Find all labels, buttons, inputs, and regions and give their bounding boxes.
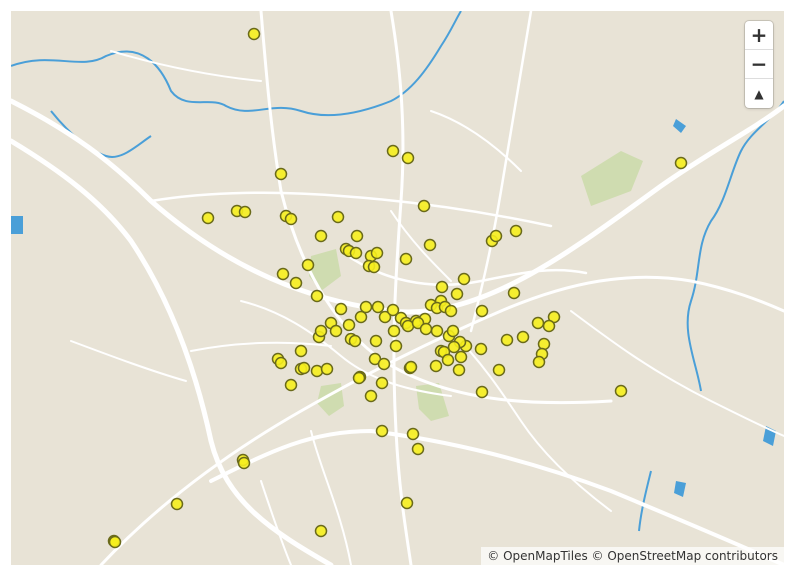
map-marker[interactable] <box>329 324 343 338</box>
map-marker[interactable] <box>474 342 488 356</box>
map-marker[interactable] <box>350 229 364 243</box>
map-marker[interactable] <box>399 252 413 266</box>
map-marker[interactable] <box>294 344 308 358</box>
map-marker[interactable] <box>310 289 324 303</box>
map-marker[interactable] <box>417 199 431 213</box>
map-marker[interactable] <box>284 378 298 392</box>
map-marker[interactable] <box>411 442 425 456</box>
map-marker[interactable] <box>401 151 415 165</box>
zoom-in-button[interactable]: + <box>745 21 773 50</box>
map-marker[interactable] <box>310 364 324 378</box>
map-marker[interactable] <box>320 362 334 376</box>
map-marker[interactable] <box>375 424 389 438</box>
zoom-out-button[interactable]: − <box>745 50 773 79</box>
map-marker[interactable] <box>334 302 348 316</box>
map-marker[interactable] <box>430 324 444 338</box>
map-marker[interactable] <box>674 156 688 170</box>
map-marker[interactable] <box>475 385 489 399</box>
map-marker[interactable] <box>108 535 122 549</box>
map-marker[interactable] <box>377 357 391 371</box>
map-marker[interactable] <box>348 334 362 348</box>
map-marker[interactable] <box>509 224 523 238</box>
map-marker[interactable] <box>492 363 506 377</box>
map-marker[interactable] <box>370 246 384 260</box>
map-marker[interactable] <box>489 229 503 243</box>
map-marker[interactable] <box>542 319 556 333</box>
map-marker[interactable] <box>274 356 288 370</box>
map-view[interactable]: + − ▲ © OpenMapTiles © OpenStreetMap con… <box>11 11 784 565</box>
map-marker[interactable] <box>446 324 460 338</box>
map-marker[interactable] <box>349 246 363 260</box>
map-marker[interactable] <box>170 497 184 511</box>
map-marker[interactable] <box>364 389 378 403</box>
map-marker[interactable] <box>301 258 315 272</box>
map-base-layer <box>11 11 784 565</box>
map-marker[interactable] <box>457 272 471 286</box>
map-marker[interactable] <box>389 339 403 353</box>
map-marker[interactable] <box>516 330 530 344</box>
map-marker[interactable] <box>375 376 389 390</box>
map-marker[interactable] <box>444 304 458 318</box>
map-marker[interactable] <box>614 384 628 398</box>
map-marker[interactable] <box>354 310 368 324</box>
map-marker[interactable] <box>201 211 215 225</box>
map-marker[interactable] <box>274 167 288 181</box>
map-marker[interactable] <box>454 350 468 364</box>
map-marker[interactable] <box>331 210 345 224</box>
map-marker[interactable] <box>386 144 400 158</box>
map-marker[interactable] <box>359 300 373 314</box>
map-marker[interactable] <box>475 304 489 318</box>
map-marker[interactable] <box>404 360 418 374</box>
map-marker[interactable] <box>507 286 521 300</box>
map-attribution: © OpenMapTiles © OpenStreetMap contribut… <box>481 547 784 565</box>
map-marker[interactable] <box>237 456 251 470</box>
map-marker[interactable] <box>371 300 385 314</box>
map-marker[interactable] <box>435 280 449 294</box>
map-marker[interactable] <box>406 427 420 441</box>
map-marker[interactable] <box>314 324 328 338</box>
map-marker[interactable] <box>500 333 514 347</box>
map-marker[interactable] <box>450 287 464 301</box>
map-marker[interactable] <box>400 496 414 510</box>
map-marker[interactable] <box>352 371 366 385</box>
map-marker[interactable] <box>297 361 311 375</box>
map-marker[interactable] <box>289 276 303 290</box>
map-marker[interactable] <box>314 229 328 243</box>
map-marker[interactable] <box>276 267 290 281</box>
map-marker[interactable] <box>367 260 381 274</box>
roads <box>11 11 784 565</box>
map-marker[interactable] <box>441 353 455 367</box>
map-marker[interactable] <box>537 337 551 351</box>
map-marker[interactable] <box>531 316 545 330</box>
map-marker[interactable] <box>238 205 252 219</box>
map-marker[interactable] <box>452 363 466 377</box>
map-controls: + − ▲ <box>745 21 773 108</box>
map-marker[interactable] <box>447 340 461 354</box>
map-marker[interactable] <box>284 212 298 226</box>
map-marker[interactable] <box>314 524 328 538</box>
compass-button[interactable]: ▲ <box>745 79 773 108</box>
map-marker[interactable] <box>429 359 443 373</box>
map-marker[interactable] <box>247 27 261 41</box>
map-marker[interactable] <box>423 238 437 252</box>
map-marker[interactable] <box>369 334 383 348</box>
map-marker[interactable] <box>342 318 356 332</box>
compass-icon: ▲ <box>754 86 764 101</box>
map-marker[interactable] <box>419 322 433 336</box>
map-marker[interactable] <box>387 324 401 338</box>
map-marker[interactable] <box>532 355 546 369</box>
